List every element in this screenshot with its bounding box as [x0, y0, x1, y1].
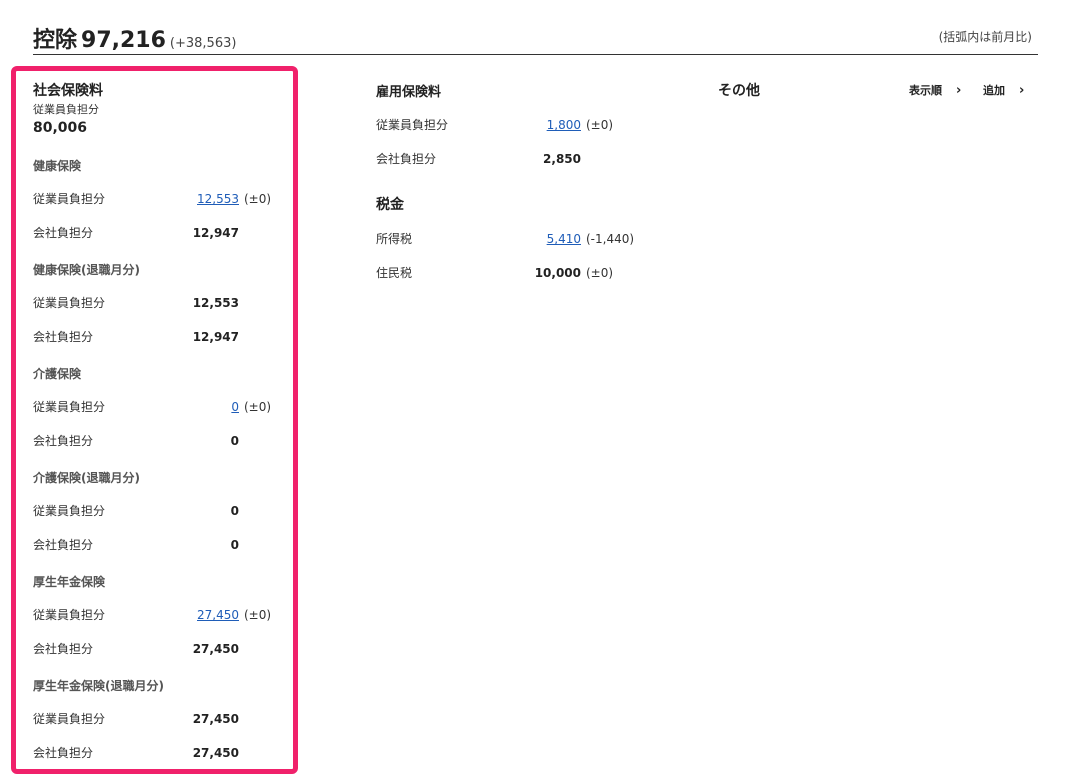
deduction-page: 控除 97,216 (+38,563) (括弧内は前月比) 社会保険料 従業員負担分… — [0, 0, 1072, 777]
group-title-pension: 厚生年金保険 — [33, 575, 106, 589]
pension-company-value: 27,450 — [192, 642, 239, 656]
row-diff: (-1,440) — [586, 232, 635, 246]
group-title-pension-retire: 厚生年金保険(退職月分) — [33, 679, 164, 693]
row-label: 従業員負担分 — [33, 608, 106, 622]
deduction-total-amount: 97,216 — [81, 28, 166, 53]
sort-order-button[interactable]: 表示順 › — [909, 82, 961, 98]
care-company-value: 0 — [230, 434, 239, 448]
employment-company-value: 2,850 — [543, 152, 581, 166]
row-label: 従業員負担分 — [33, 296, 106, 310]
row-label: 会社負担分 — [33, 330, 94, 344]
care-retire-employee-value: 0 — [230, 504, 239, 518]
group-title-health-retire: 健康保険(退職月分) — [33, 263, 140, 277]
row-label: 従業員負担分 — [376, 118, 449, 132]
group-title-care-retire: 介護保険(退職月分) — [33, 471, 140, 485]
sort-order-label: 表示順 — [909, 84, 942, 97]
row-label: 従業員負担分 — [33, 192, 106, 206]
add-button[interactable]: 追加 › — [983, 82, 1024, 98]
row-diff: (±0) — [244, 608, 272, 622]
deduction-total-diff: (+38,563) — [169, 36, 237, 51]
chevron-right-icon: › — [1019, 82, 1025, 98]
health-company-value: 12,947 — [192, 226, 239, 240]
social-insurance-employee-label: 従業員負担分 — [33, 103, 99, 116]
health-retire-employee-value: 12,553 — [192, 296, 239, 310]
pension-employee-value-link[interactable]: 27,450 — [197, 608, 239, 622]
row-label: 会社負担分 — [33, 642, 94, 656]
row-label: 従業員負担分 — [33, 400, 106, 414]
row-label: 会社負担分 — [376, 152, 437, 166]
header-note: (括弧内は前月比) — [938, 30, 1032, 44]
social-insurance-employee-total: 80,006 — [33, 120, 88, 136]
pension-retire-employee-value: 27,450 — [192, 712, 239, 726]
employment-employee-value-link[interactable]: 1,800 — [547, 118, 581, 132]
row-diff: (±0) — [244, 192, 272, 206]
row-diff: (±0) — [586, 118, 614, 132]
resident-tax-value: 10,000 — [534, 266, 581, 280]
pension-retire-company-value: 27,450 — [192, 746, 239, 760]
employment-insurance-title: 雇用保険料 — [376, 85, 442, 100]
deduction-title-label: 控除 — [33, 28, 78, 53]
other-title: その他 — [718, 83, 760, 99]
group-title-health: 健康保険 — [33, 159, 82, 173]
row-diff: (±0) — [586, 266, 614, 280]
income-tax-value-link[interactable]: 5,410 — [547, 232, 581, 246]
health-retire-company-value: 12,947 — [192, 330, 239, 344]
care-retire-company-value: 0 — [230, 538, 239, 552]
row-diff: (±0) — [244, 400, 272, 414]
row-label: 会社負担分 — [33, 746, 94, 760]
care-employee-value-link[interactable]: 0 — [231, 400, 239, 414]
row-label: 会社負担分 — [33, 538, 94, 552]
row-label: 従業員負担分 — [33, 504, 106, 518]
social-insurance-title: 社会保険料 — [33, 83, 103, 99]
row-label: 従業員負担分 — [33, 712, 106, 726]
group-title-care: 介護保険 — [33, 367, 82, 381]
row-label: 住民税 — [376, 266, 413, 280]
deduction-title: 控除 97,216 (+38,563) — [33, 22, 236, 54]
row-label: 会社負担分 — [33, 226, 94, 240]
row-label: 所得税 — [376, 232, 413, 246]
add-label: 追加 — [983, 84, 1005, 97]
chevron-right-icon: › — [956, 82, 962, 98]
row-label: 会社負担分 — [33, 434, 94, 448]
health-employee-value-link[interactable]: 12,553 — [197, 192, 239, 206]
deduction-header: 控除 97,216 (+38,563) (括弧内は前月比) — [33, 20, 1038, 55]
tax-title: 税金 — [376, 197, 404, 213]
